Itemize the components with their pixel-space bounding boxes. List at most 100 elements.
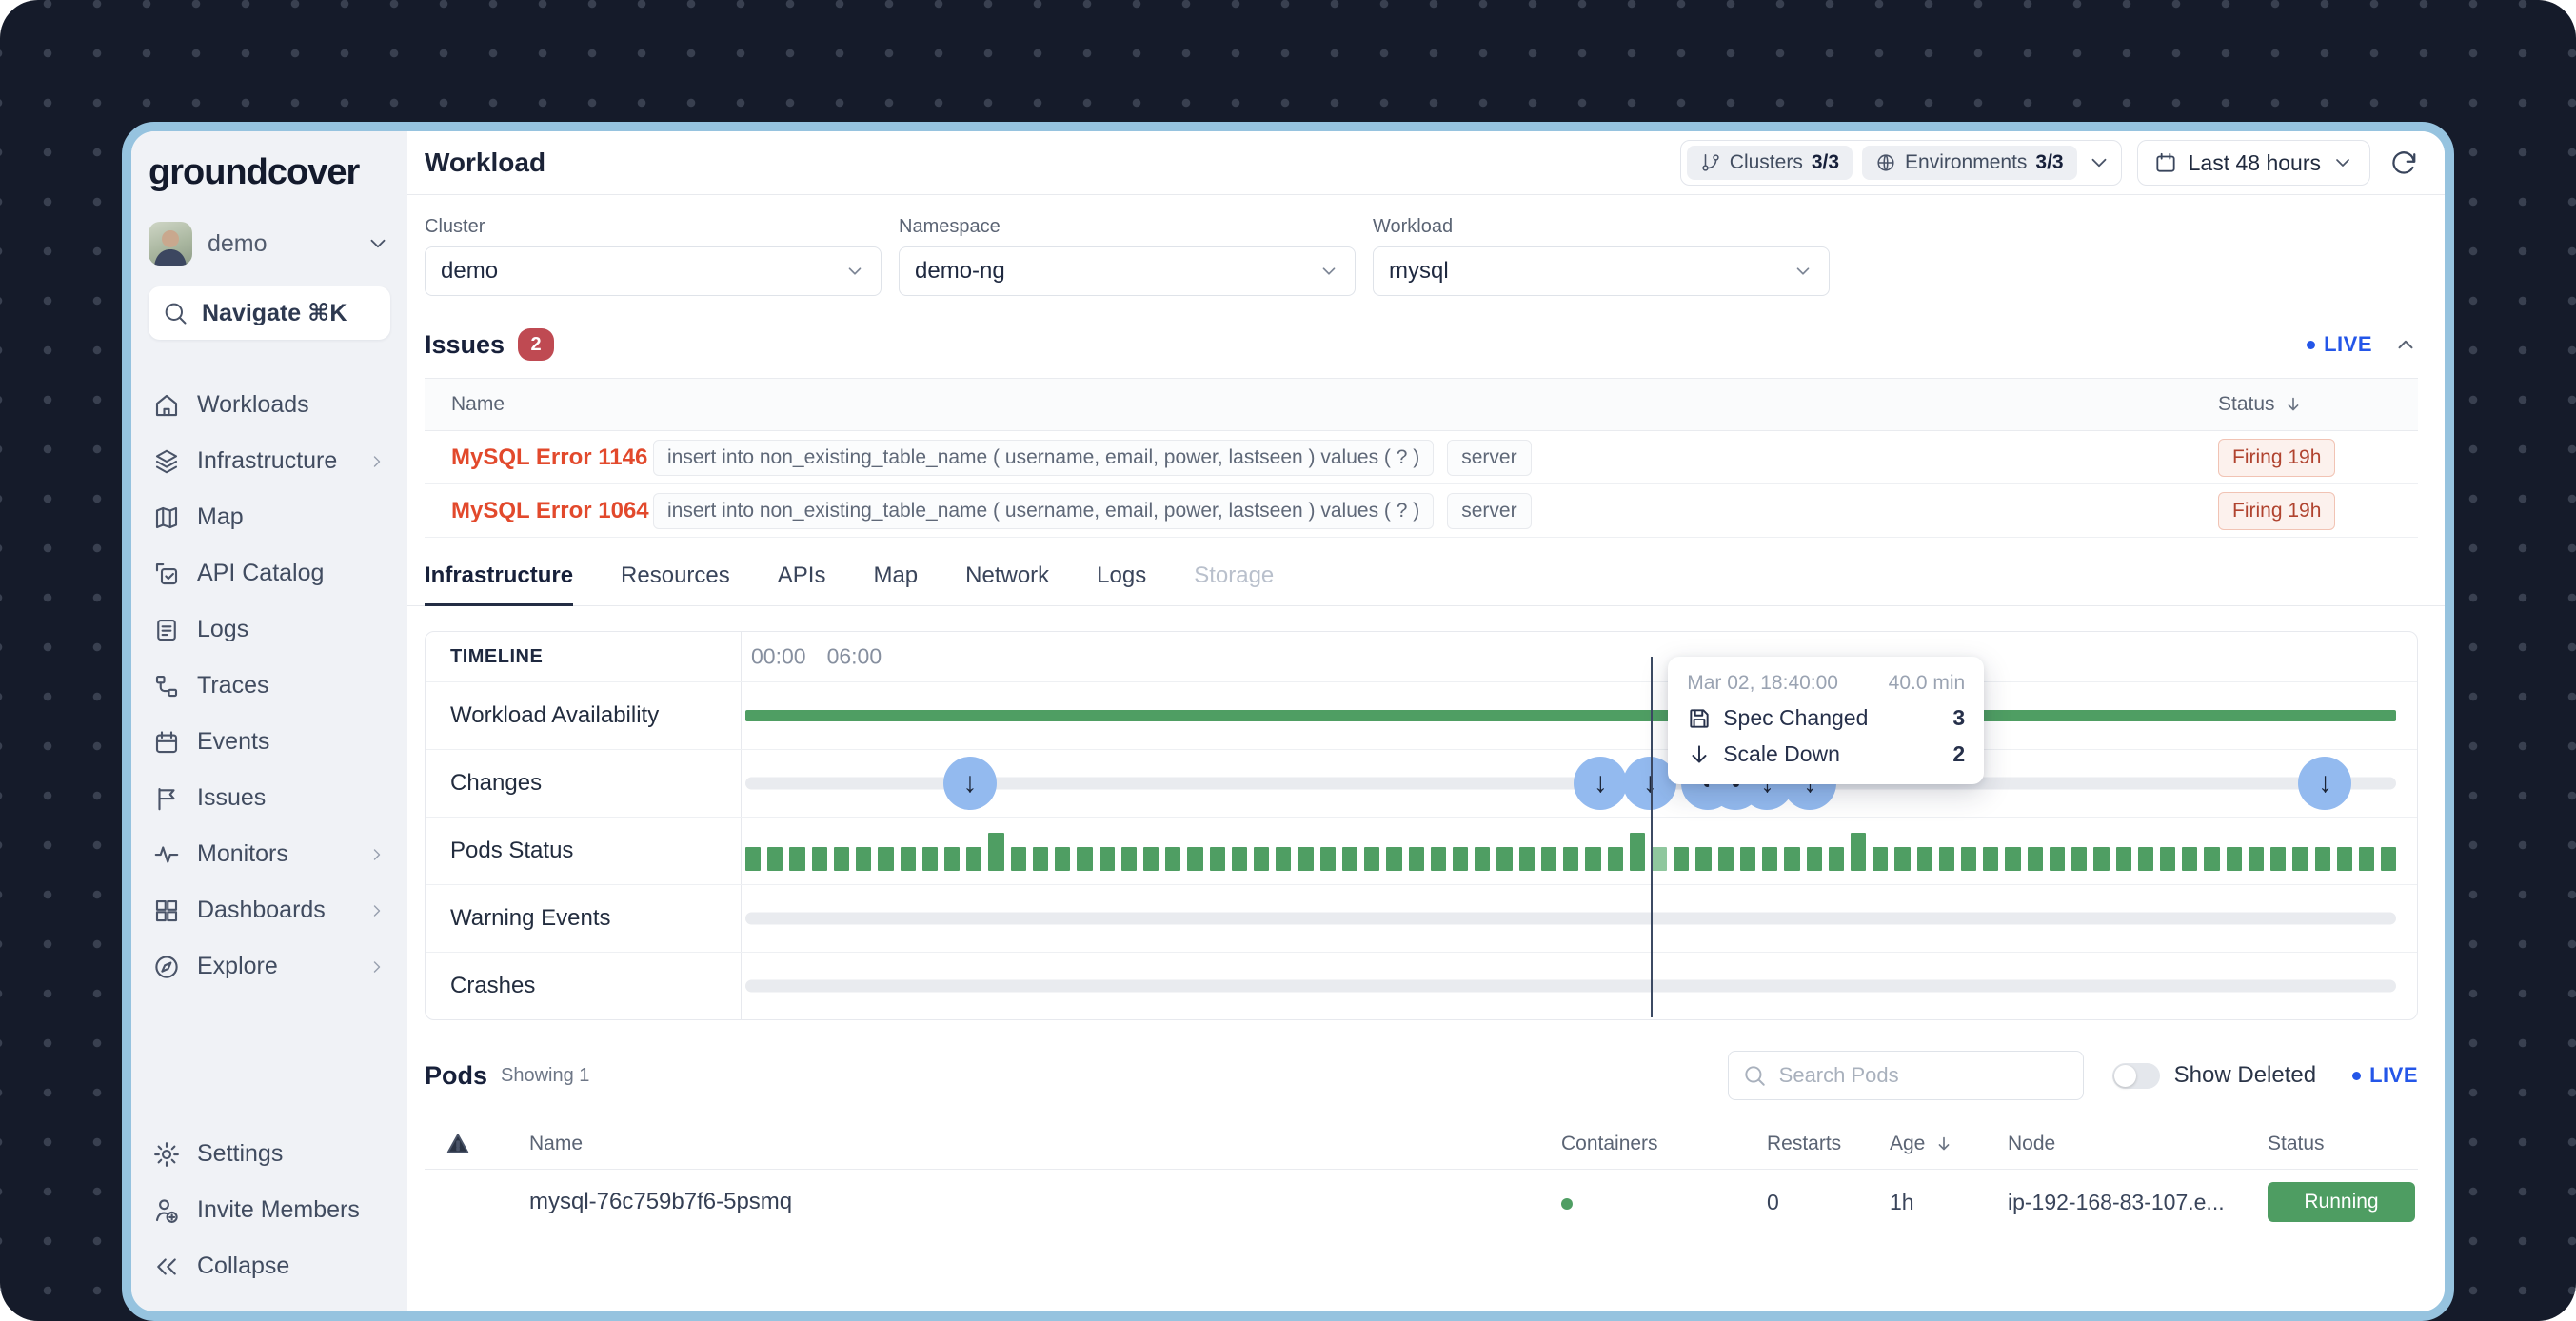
pods-status-bars xyxy=(745,831,2396,871)
warning-icon xyxy=(446,1132,470,1156)
issues-live-indicator[interactable]: LIVE xyxy=(2307,332,2372,357)
pods-status-bar xyxy=(1983,847,1998,871)
time-range-selector[interactable]: Last 48 hours xyxy=(2137,140,2370,186)
pods-status-bar xyxy=(1431,847,1446,871)
sidebar-item-explore[interactable]: Explore xyxy=(149,938,390,995)
pods-status-bar xyxy=(789,847,804,871)
chevron-down-icon xyxy=(366,231,390,256)
pods-status-bar xyxy=(2249,847,2264,871)
workload-filter: Workload mysql xyxy=(1373,216,1830,296)
pods-live-indicator[interactable]: LIVE xyxy=(2352,1063,2418,1088)
pod-node[interactable]: ip-192-168-83-107.e... xyxy=(1994,1190,2254,1215)
live-dot xyxy=(2352,1072,2361,1080)
grid-icon xyxy=(152,897,181,925)
pods-status-bar xyxy=(1276,847,1291,871)
pods-status-bar xyxy=(1475,847,1490,871)
layers-icon xyxy=(152,447,181,476)
issue-row[interactable]: MySQL Error 1146 insert into non_existin… xyxy=(425,431,2418,484)
namespace-select[interactable]: demo-ng xyxy=(899,246,1356,296)
sidebar-item-api-catalog[interactable]: API Catalog xyxy=(149,545,390,601)
issues-section: Issues 2 LIVE Name Status My xyxy=(407,323,2445,538)
pods-status-bar xyxy=(1187,847,1202,871)
timeline-tooltip: Mar 02, 18:40:00 40.0 min Spec Changed 3… xyxy=(1668,657,1984,784)
pod-row[interactable]: mysql-76c759b7f6-5psmq 0 1h ip-192-168-8… xyxy=(425,1170,2418,1234)
sidebar-item-map[interactable]: Map xyxy=(149,489,390,545)
scale-down-marker[interactable]: ↓ xyxy=(943,757,997,810)
cluster-select[interactable]: demo xyxy=(425,246,882,296)
tab-network[interactable]: Network xyxy=(965,562,1049,606)
sidebar-item-settings[interactable]: Settings xyxy=(149,1126,390,1182)
sidebar-item-monitors[interactable]: Monitors xyxy=(149,826,390,882)
chevron-up-icon[interactable] xyxy=(2393,332,2418,357)
sidebar-item-invite-members[interactable]: Invite Members xyxy=(149,1182,390,1238)
timeline-panel: TIMELINE 00:00 06:00 Workload Availabili… xyxy=(425,631,2418,1020)
sidebar-item-issues[interactable]: Issues xyxy=(149,770,390,826)
calendar-icon xyxy=(152,728,181,757)
tab-apis[interactable]: APIs xyxy=(778,562,826,606)
pod-name[interactable]: mysql-76c759b7f6-5psmq xyxy=(491,1189,1548,1215)
tab-map[interactable]: Map xyxy=(873,562,918,606)
document-icon xyxy=(152,616,181,644)
availability-track[interactable] xyxy=(742,682,2417,749)
crashes-track[interactable] xyxy=(742,953,2417,1019)
sidebar-item-logs[interactable]: Logs xyxy=(149,601,390,658)
workload-select[interactable]: mysql xyxy=(1373,246,1830,296)
show-deleted-toggle[interactable] xyxy=(2112,1063,2160,1089)
pods-status-bar xyxy=(2116,847,2131,871)
pods-status-bar xyxy=(2292,847,2308,871)
branch-icon xyxy=(1700,152,1721,173)
scale-down-marker[interactable]: ↓ xyxy=(2298,757,2351,810)
pods-status-bar xyxy=(878,847,893,871)
pods-status-bar xyxy=(2160,847,2175,871)
timeline-header: TIMELINE xyxy=(450,646,543,668)
pods-status-bar xyxy=(856,847,871,871)
pods-status-bar xyxy=(1894,847,1910,871)
navigate-input[interactable] xyxy=(200,299,377,328)
pods-status-bar xyxy=(767,847,783,871)
namespace-filter: Namespace demo-ng xyxy=(899,216,1356,296)
tab-resources[interactable]: Resources xyxy=(621,562,730,606)
scope-selector[interactable]: Clusters 3/3 Environments 3/3 xyxy=(1680,140,2122,186)
pods-status-bar xyxy=(2005,847,2020,871)
pods-status-bar xyxy=(966,847,981,871)
pods-status-bar xyxy=(745,847,761,871)
environments-pill[interactable]: Environments 3/3 xyxy=(1862,146,2077,180)
tab-infrastructure[interactable]: Infrastructure xyxy=(425,562,573,606)
sidebar-item-workloads[interactable]: Workloads xyxy=(149,377,390,433)
pods-status-track[interactable] xyxy=(742,818,2417,884)
pods-status-bar xyxy=(2093,847,2109,871)
sidebar-item-traces[interactable]: Traces xyxy=(149,658,390,714)
sidebar-collapse-button[interactable]: Collapse xyxy=(149,1238,390,1294)
account-switcher[interactable]: demo xyxy=(149,222,390,266)
pods-search-input[interactable] xyxy=(1777,1062,2070,1089)
pods-status-bar xyxy=(1652,847,1667,871)
pods-status-bar xyxy=(1807,847,1822,871)
pods-status-bar xyxy=(1740,847,1755,871)
save-icon xyxy=(1687,706,1712,731)
pods-status-bar xyxy=(2050,847,2065,871)
pods-search[interactable] xyxy=(1728,1051,2084,1100)
sidebar-item-infrastructure[interactable]: Infrastructure xyxy=(149,433,390,489)
navigate-search[interactable] xyxy=(149,286,390,340)
refresh-icon[interactable] xyxy=(2389,148,2418,177)
sidebar-item-dashboards[interactable]: Dashboards xyxy=(149,882,390,938)
chevron-down-icon xyxy=(1793,261,1813,282)
sidebar: groundcover demo Workloads Infrastructur… xyxy=(131,131,407,1311)
home-icon xyxy=(152,391,181,420)
issues-table-header: Name Status xyxy=(425,378,2418,431)
changes-track[interactable]: ↓↓↓↓↓↓ xyxy=(742,750,2417,817)
scale-down-marker[interactable]: ↓ xyxy=(1574,757,1627,810)
row-label-pods-status: Pods Status xyxy=(450,838,573,864)
issue-row[interactable]: MySQL Error 1064 insert into non_existin… xyxy=(425,484,2418,538)
sidebar-item-events[interactable]: Events xyxy=(149,714,390,770)
flag-icon xyxy=(152,784,181,813)
timeline-axis: 00:00 06:00 xyxy=(742,632,2417,681)
tab-logs[interactable]: Logs xyxy=(1097,562,1146,606)
sort-desc-icon[interactable] xyxy=(1933,1134,1954,1154)
sort-desc-icon[interactable] xyxy=(2283,394,2304,415)
pods-section: Pods Showing 1 Show Deleted LIVE Nam xyxy=(407,1020,2445,1234)
clusters-pill[interactable]: Clusters 3/3 xyxy=(1687,146,1853,180)
collapse-icon xyxy=(152,1252,181,1281)
pods-status-bar xyxy=(1298,847,1313,871)
warning-events-track[interactable] xyxy=(742,885,2417,952)
